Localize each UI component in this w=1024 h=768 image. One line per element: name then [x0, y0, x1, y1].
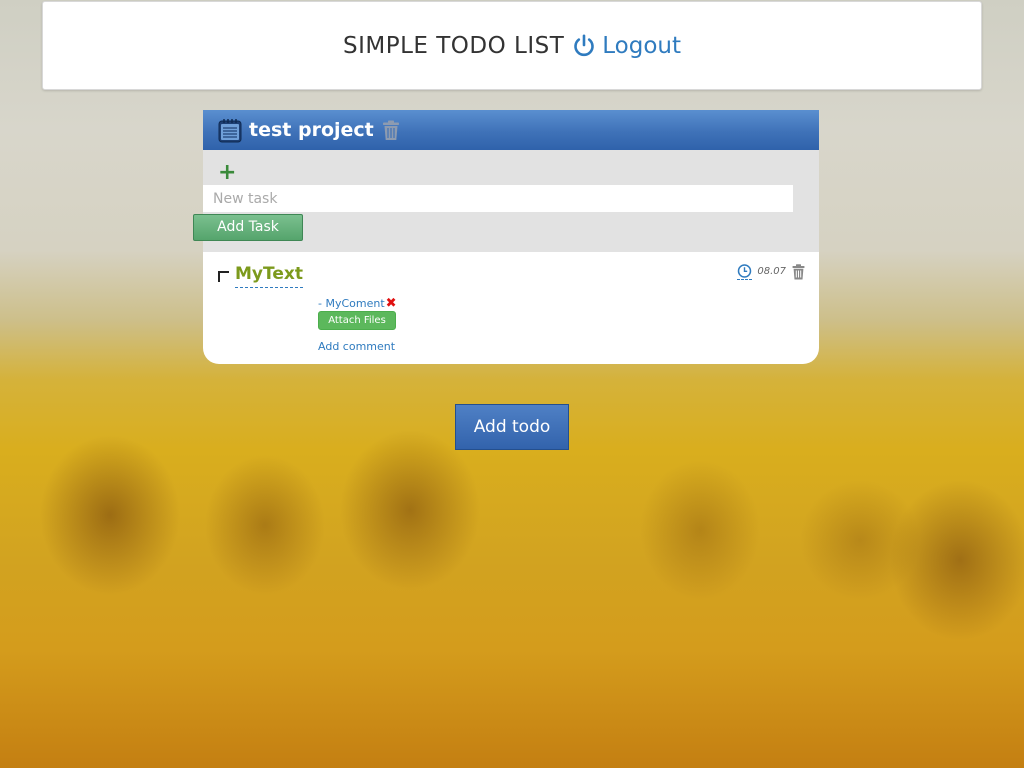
delete-project-trash-icon[interactable] [382, 120, 400, 141]
add-todo-button[interactable]: Add todo [455, 404, 569, 450]
logout-label: Logout [602, 32, 682, 59]
comment-text: - MyComent [318, 297, 385, 310]
task-checkbox[interactable] [218, 271, 229, 282]
delete-comment-icon[interactable]: ✖ [386, 297, 397, 310]
task-meta: 08.07 [737, 263, 805, 280]
app-title: SIMPLE TODO LIST [342, 32, 565, 59]
notepad-icon [218, 119, 242, 143]
header-card: SIMPLE TODO LIST Logout [42, 1, 982, 90]
project-title: test project [249, 119, 374, 141]
add-task-area: + Add Task [193, 150, 819, 252]
clock-icon[interactable] [737, 263, 753, 280]
attach-files-button[interactable]: Attach Files [318, 311, 396, 330]
project-panel: test project + Add Task MyText 08.07 [193, 110, 819, 364]
add-comment-link[interactable]: Add comment [318, 340, 395, 353]
task-list: MyText 08.07 - MyComent ✖ Attach Files A… [203, 252, 819, 364]
new-task-input[interactable] [203, 185, 793, 212]
task-title[interactable]: MyText [235, 264, 303, 288]
plus-icon[interactable]: + [218, 162, 236, 184]
task-deadline: 08.07 [757, 266, 786, 277]
comment-item: - MyComent ✖ [318, 297, 397, 310]
add-task-button[interactable]: Add Task [193, 214, 303, 241]
delete-task-trash-icon[interactable] [792, 263, 805, 280]
power-icon [574, 33, 595, 56]
project-header: test project [203, 110, 819, 150]
logout-link[interactable]: Logout [572, 33, 681, 59]
